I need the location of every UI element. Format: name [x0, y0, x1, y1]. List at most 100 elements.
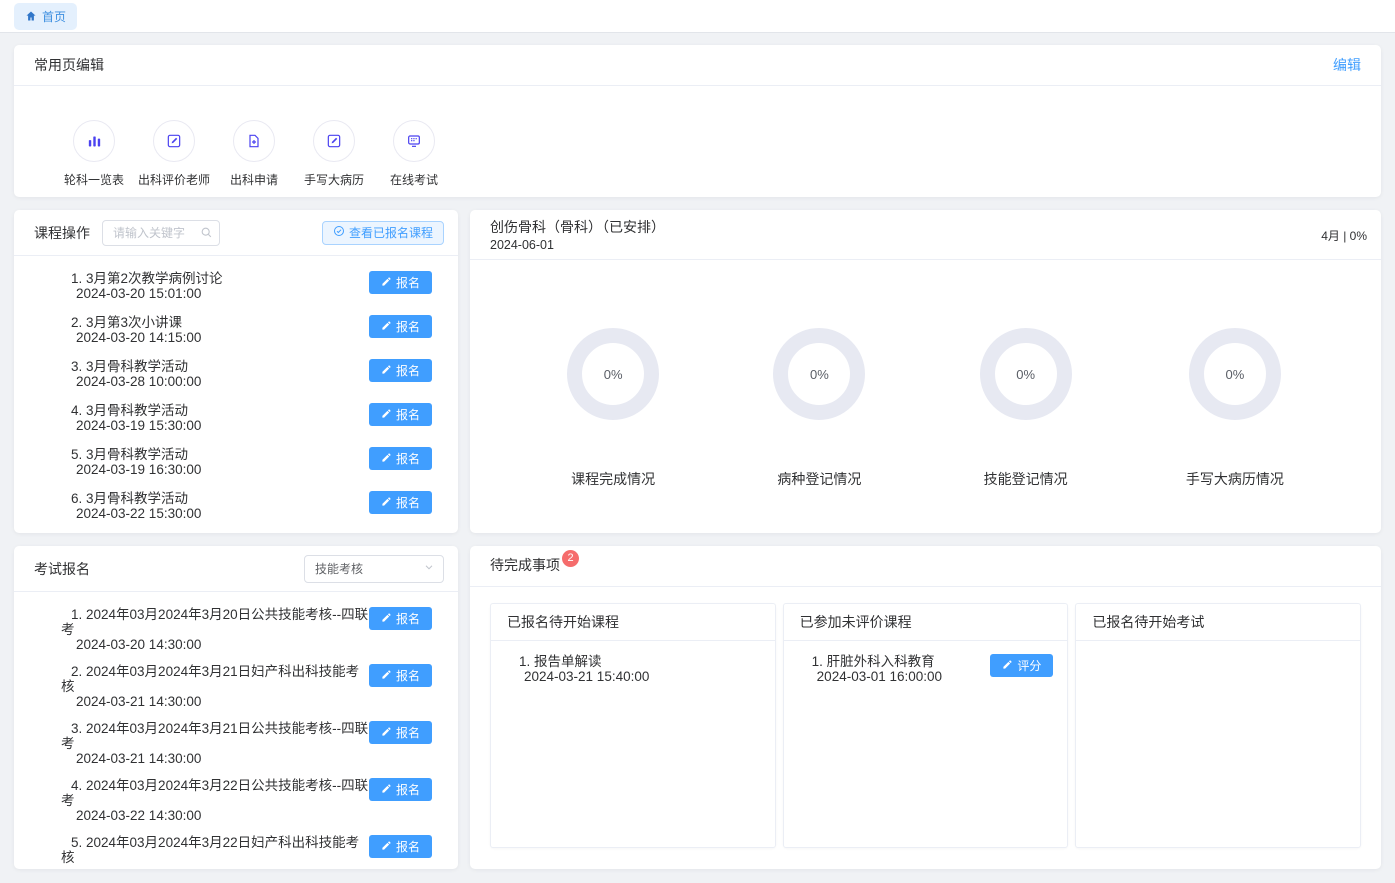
exam-name: 5. 2024年03月2024年3月22日妇产科出科技能考核 [61, 835, 369, 865]
rotation-card: 创伤骨科（骨科）（已安排） 2024-06-01 4月 | 0% 0% 课程完成… [470, 210, 1381, 533]
course-list-item: 6. 3月骨科教学活动 2024-03-22 15:30:00 报名 [61, 491, 432, 521]
register-button[interactable]: 报名 [369, 315, 432, 338]
register-button[interactable]: 报名 [369, 778, 432, 801]
donut-chart: 0% 技能登记情况 [980, 328, 1072, 489]
course-datetime: 2024-03-19 15:30:00 [61, 418, 201, 433]
quick-item-icon [393, 120, 435, 162]
course-list-item: 1. 3月第2次教学病例讨论 2024-03-20 15:01:00 报名 [61, 271, 432, 301]
register-button[interactable]: 报名 [369, 447, 432, 470]
quick-access-card: 常用页编辑 编辑 轮科一览表 出科评价老师 出科申请 [14, 45, 1381, 197]
register-button[interactable]: 报名 [369, 271, 432, 294]
donut-chart: 0% 病种登记情况 [773, 328, 865, 489]
pencil-icon [1002, 659, 1013, 673]
exam-list-item: 3. 2024年03月2024年3月21日公共技能考核--四联考 2024-03… [61, 721, 432, 766]
donut-label: 课程完成情况 [571, 469, 655, 489]
donut-ring: 0% [773, 328, 865, 420]
quick-access-title: 常用页编辑 [34, 55, 104, 75]
donut-chart: 0% 课程完成情况 [567, 328, 659, 489]
donut-percent: 0% [810, 367, 829, 382]
course-panel-title: 课程操作 [34, 223, 90, 243]
exam-datetime: 2024-03-21 14:30:00 [61, 694, 369, 709]
donut-ring: 0% [567, 328, 659, 420]
course-list-item: 3. 3月骨科教学活动 2024-03-28 10:00:00 报名 [61, 359, 432, 389]
exam-name: 2. 2024年03月2024年3月21日妇产科出科技能考核 [61, 664, 369, 694]
quick-item-label: 出科评价老师 [138, 171, 210, 188]
pencil-icon [381, 452, 392, 466]
todo-list-item: 1. 报告单解读 2024-03-21 15:40:00 [509, 654, 761, 684]
course-datetime: 2024-03-20 14:15:00 [61, 330, 201, 345]
register-button[interactable]: 报名 [369, 403, 432, 426]
quick-item-label: 出科申请 [230, 171, 278, 188]
todo-title: 待完成事项 [490, 555, 560, 575]
exam-name: 4. 2024年03月2024年3月22日公共技能考核--四联考 [61, 778, 369, 808]
quick-item[interactable]: 轮科一览表 [54, 120, 134, 188]
edit-link[interactable]: 编辑 [1333, 55, 1361, 75]
pencil-icon [381, 669, 392, 683]
donut-percent: 0% [1225, 367, 1244, 382]
pencil-icon [381, 320, 392, 334]
quick-item-icon [153, 120, 195, 162]
course-list-item: 5. 3月骨科教学活动 2024-03-19 16:30:00 报名 [61, 447, 432, 477]
donut-label: 技能登记情况 [984, 469, 1068, 489]
register-button[interactable]: 报名 [369, 359, 432, 382]
quick-item[interactable]: 手写大病历 [294, 120, 374, 188]
exam-datetime: 2024-03-20 14:30:00 [61, 637, 369, 652]
exam-datetime: 2024-03-21 14:30:00 [61, 751, 369, 766]
todo-item-datetime: 2024-03-21 15:40:00 [509, 669, 649, 684]
quick-item-label: 轮科一览表 [64, 171, 124, 188]
pencil-icon [381, 726, 392, 740]
pencil-icon [381, 840, 392, 854]
register-button[interactable]: 报名 [369, 607, 432, 630]
exam-list-item: 1. 2024年03月2024年3月20日公共技能考核--四联考 2024-03… [61, 607, 432, 652]
score-button[interactable]: 评分 [990, 654, 1053, 677]
tab-home[interactable]: 首页 [14, 3, 77, 30]
register-button[interactable]: 报名 [369, 721, 432, 744]
exam-type-select[interactable]: 技能考核 [304, 555, 444, 583]
todo-column-registered-courses: 已报名待开始课程 1. 报告单解读 2024-03-21 15:40:00 [490, 603, 776, 848]
register-button[interactable]: 报名 [369, 664, 432, 687]
exam-datetime: 2024-03-22 14:30:00 [61, 808, 369, 823]
quick-item[interactable]: 在线考试 [374, 120, 454, 188]
exam-list-item: 4. 2024年03月2024年3月22日公共技能考核--四联考 2024-03… [61, 778, 432, 823]
todo-column-unrated-courses: 已参加未评价课程 1. 肝脏外科入科教育 2024-03-01 16:00:00 [783, 603, 1069, 848]
course-name: 6. 3月骨科教学活动 [61, 491, 201, 506]
course-name: 1. 3月第2次教学病例讨论 [61, 271, 223, 286]
todo-item-name: 1. 肝脏外科入科教育 [802, 654, 942, 669]
course-name: 5. 3月骨科教学活动 [61, 447, 201, 462]
pencil-icon [381, 612, 392, 626]
todo-card: 待完成事项 2 已报名待开始课程 1. 报告单解读 2024-03-21 15:… [470, 546, 1381, 869]
quick-item[interactable]: 出科评价老师 [134, 120, 214, 188]
donut-percent: 0% [604, 367, 623, 382]
exam-name: 3. 2024年03月2024年3月21日公共技能考核--四联考 [61, 721, 369, 751]
quick-item[interactable]: 出科申请 [214, 120, 294, 188]
view-registered-courses-button[interactable]: 查看已报名课程 [322, 221, 444, 245]
pencil-icon [381, 408, 392, 422]
course-datetime: 2024-03-20 15:01:00 [61, 286, 223, 301]
tab-home-label: 首页 [42, 8, 66, 25]
todo-item-name: 1. 报告单解读 [509, 654, 649, 669]
circle-check-icon [333, 225, 345, 240]
course-datetime: 2024-03-22 15:30:00 [61, 506, 201, 521]
todo-column-registered-exams: 已报名待开始考试 [1075, 603, 1361, 848]
course-name: 2. 3月第3次小讲课 [61, 315, 201, 330]
course-name: 4. 3月骨科教学活动 [61, 403, 201, 418]
todo-count-badge: 2 [562, 550, 579, 567]
register-button[interactable]: 报名 [369, 835, 432, 858]
donut-chart: 0% 手写大病历情况 [1186, 328, 1284, 489]
quick-item-icon [233, 120, 275, 162]
exam-panel-title: 考试报名 [34, 559, 90, 579]
todo-list-item: 1. 肝脏外科入科教育 2024-03-01 16:00:00 评分 [802, 654, 1054, 684]
exam-list: 1. 2024年03月2024年3月20日公共技能考核--四联考 2024-03… [14, 592, 458, 869]
search-icon [200, 226, 213, 244]
quick-access-items: 轮科一览表 出科评价老师 出科申请 手写大病历 [14, 86, 1381, 188]
quick-item-label: 手写大病历 [304, 171, 364, 188]
donut-percent: 0% [1016, 367, 1035, 382]
exam-registration-card: 考试报名 技能考核 1. 2024年03月2024年3月20日公共技能考核--四… [14, 546, 458, 869]
donut-charts: 0% 课程完成情况 0% 病种登记情况 0% [470, 260, 1381, 489]
donut-ring: 0% [980, 328, 1072, 420]
exam-type-selected-value: 技能考核 [315, 560, 363, 577]
pencil-icon [381, 783, 392, 797]
quick-item-icon [313, 120, 355, 162]
course-list: 1. 3月第2次教学病例讨论 2024-03-20 15:01:00 报名 [14, 256, 458, 533]
register-button[interactable]: 报名 [369, 491, 432, 514]
